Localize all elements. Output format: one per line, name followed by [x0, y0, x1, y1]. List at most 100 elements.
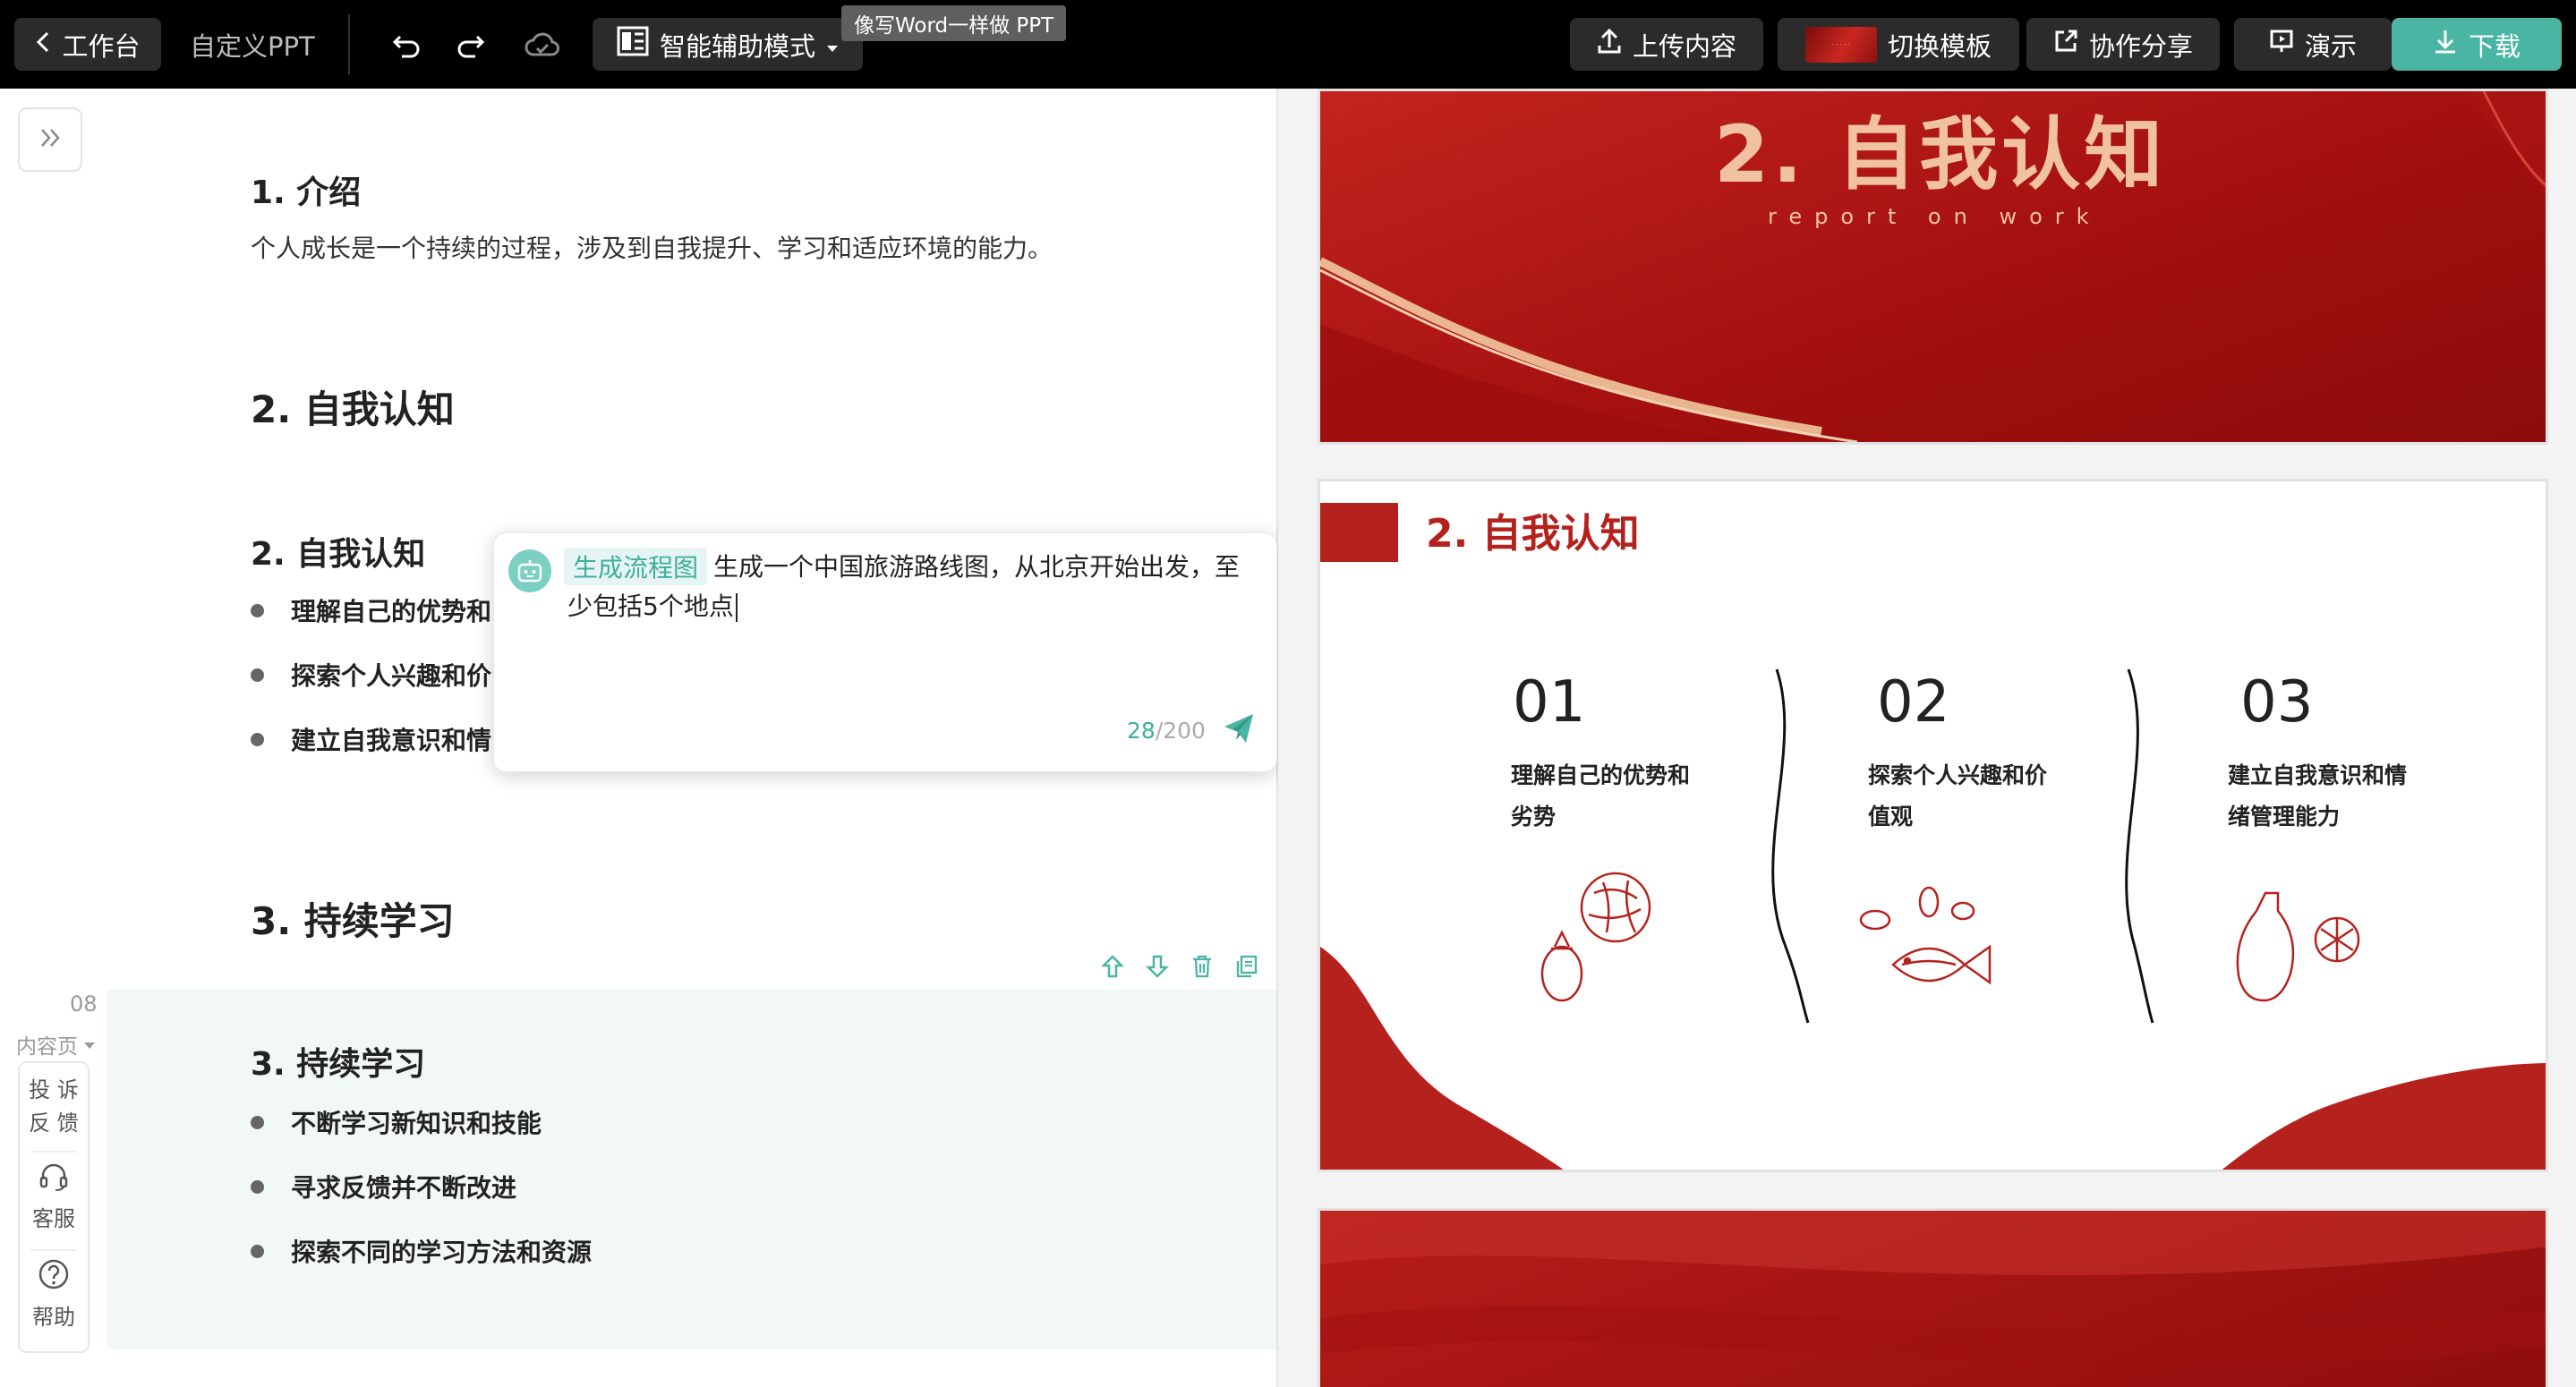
- step-text-line1: 建立自我意识和情: [2228, 762, 2408, 788]
- move-up-icon[interactable]: [1100, 954, 1125, 979]
- list-item-text: 探索个人兴趣和价: [291, 661, 492, 691]
- learning-subheading[interactable]: 3. 持续学习: [251, 1038, 425, 1085]
- upload-label: 上传内容: [1632, 30, 1736, 62]
- prompt-input-line2[interactable]: 少包括5个地点: [567, 589, 738, 625]
- share-label: 协作分享: [2088, 30, 2193, 62]
- download-button[interactable]: 下载: [2392, 18, 2562, 71]
- step-text-line2: 劣势: [1511, 804, 1557, 830]
- list-item[interactable]: 寻求反馈并不断改进: [251, 1169, 516, 1204]
- download-label: 下载: [2468, 30, 2521, 62]
- step-text: 理解自己的优势和 劣势: [1511, 755, 1690, 838]
- section-learning-heading[interactable]: 3. 持续学习: [251, 891, 455, 946]
- section-self-awareness-heading[interactable]: 2. 自我认知: [251, 379, 455, 434]
- tool-separator: [30, 1249, 77, 1251]
- download-icon: [2433, 28, 2458, 61]
- collaborate-share-button[interactable]: 协作分享: [2026, 18, 2220, 71]
- step-text-line1: 理解自己的优势和: [1511, 762, 1691, 788]
- assist-mode-dropdown[interactable]: 智能辅助模式: [593, 18, 863, 71]
- slide-thumbnail-next[interactable]: [1318, 1208, 2548, 1387]
- share-icon: [2053, 29, 2078, 60]
- prompt-input-line1[interactable]: 生成一个中国旅游路线图，从北京开始出发，至: [713, 549, 1240, 585]
- mode-tooltip: 像写Word一样做 PPT: [841, 5, 1067, 41]
- block-toolbar: [1100, 954, 1259, 979]
- step-text-line2: 绪管理能力: [2228, 804, 2341, 830]
- help-circle-icon: [38, 1258, 70, 1296]
- text-cursor: [735, 593, 738, 622]
- back-label: 工作台: [62, 30, 141, 62]
- bullet-dot: [251, 668, 264, 682]
- feedback-label-line1: 投 诉: [29, 1077, 79, 1102]
- undo-icon[interactable]: [385, 23, 428, 66]
- step-text-line2: 值观: [1868, 804, 1914, 830]
- expand-panel-button[interactable]: [18, 107, 82, 172]
- bullet-dot: [251, 1244, 264, 1258]
- page-type-dropdown[interactable]: 内容页: [16, 1029, 96, 1059]
- double-chevron-right-icon: [37, 124, 64, 155]
- list-item[interactable]: 探索个人兴趣和价: [251, 657, 491, 693]
- page-number: 08: [70, 991, 98, 1017]
- delete-icon[interactable]: [1190, 954, 1215, 979]
- help-button[interactable]: 帮助: [20, 1258, 88, 1331]
- step-number: 02: [1877, 669, 1950, 736]
- headset-icon: [38, 1162, 70, 1197]
- back-to-workspace-button[interactable]: 工作台: [14, 18, 161, 71]
- char-count-current: 28: [1127, 718, 1156, 744]
- customer-service-button[interactable]: 客服: [20, 1162, 88, 1232]
- slide-thumbnail-section-title[interactable]: 2. 自我认知 report on work: [1318, 89, 2548, 445]
- redo-icon[interactable]: [449, 23, 492, 66]
- step-text: 建立自我意识和情 绪管理能力: [2228, 755, 2407, 838]
- list-item[interactable]: 不断学习新知识和技能: [251, 1104, 542, 1140]
- switch-template-label: 切换模板: [1887, 30, 1992, 62]
- template-thumbnail: · · · · ·: [1804, 26, 1877, 63]
- service-label: 客服: [32, 1206, 75, 1231]
- generate-flowchart-tag[interactable]: 生成流程图: [564, 548, 708, 585]
- send-icon[interactable]: [1221, 711, 1257, 746]
- move-down-icon[interactable]: [1145, 954, 1170, 979]
- list-item-text: 寻求反馈并不断改进: [291, 1173, 517, 1203]
- cloud-sync-icon[interactable]: [521, 23, 564, 66]
- caret-down-icon: [83, 1033, 96, 1056]
- upload-content-button[interactable]: 上传内容: [1570, 18, 1763, 71]
- list-item-text: 理解自己的优势和: [291, 597, 492, 626]
- list-item[interactable]: 探索不同的学习方法和资源: [251, 1233, 592, 1269]
- present-label: 演示: [2304, 30, 2357, 62]
- present-button[interactable]: 演示: [2234, 18, 2392, 71]
- switch-template-button[interactable]: · · · · · 切换模板: [1778, 18, 2019, 71]
- toolbar-divider: [348, 14, 350, 75]
- present-icon: [2269, 29, 2294, 60]
- section-intro-text[interactable]: 个人成长是一个持续的过程，涉及到自我提升、学习和适应环境的能力。: [251, 229, 1053, 265]
- section-intro-heading[interactable]: 1. 介绍: [251, 166, 361, 213]
- page-type-label: 内容页: [16, 1035, 78, 1059]
- layout-icon: [617, 26, 649, 63]
- self-awareness-subheading[interactable]: 2. 自我认知: [251, 528, 425, 574]
- tool-separator: [30, 1151, 77, 1153]
- feedback-button[interactable]: 投 诉 反 馈: [20, 1072, 88, 1136]
- list-item[interactable]: 理解自己的优势和: [251, 592, 491, 628]
- prompt-input-text: 少包括5个地点: [567, 591, 734, 621]
- help-label: 帮助: [32, 1305, 75, 1330]
- slide-subtitle: report on work: [1768, 204, 2102, 229]
- upload-icon: [1597, 28, 1622, 61]
- ai-robot-icon: [508, 549, 551, 592]
- duplicate-icon[interactable]: [1234, 954, 1259, 979]
- character-counter: 28/200: [1127, 718, 1206, 744]
- slide-thumbnail-content[interactable]: 2. 自我认知 01 理解自己的优势和 劣势 02 探索个人兴趣和价 值观 03 建…: [1318, 479, 2548, 1172]
- bullet-dot: [251, 732, 264, 746]
- list-item-text: 建立自我意识和情: [291, 726, 492, 755]
- step-number: 01: [1513, 669, 1586, 736]
- top-toolbar: 工作台 自定义PPT 智能辅助模式 像写Word一样做 PPT 上传内容 · ·…: [0, 0, 2576, 89]
- slide-title: 2. 自我认知: [1714, 108, 2167, 200]
- list-item[interactable]: 建立自我意识和情: [251, 721, 491, 757]
- bullet-dot: [251, 1115, 264, 1129]
- step-text-line1: 探索个人兴趣和价: [1868, 762, 2048, 788]
- document-title[interactable]: 自定义PPT: [190, 18, 315, 71]
- char-count-max: /200: [1155, 718, 1206, 744]
- list-item-text: 不断学习新知识和技能: [291, 1109, 542, 1138]
- list-item-text: 探索不同的学习方法和资源: [291, 1238, 593, 1267]
- slide-wave-decoration: [1320, 1211, 2546, 1367]
- chevron-left-icon: [35, 30, 51, 60]
- feedback-label-line2: 反 馈: [29, 1110, 79, 1136]
- step-number: 03: [2240, 669, 2314, 736]
- caret-down-icon: [826, 30, 839, 60]
- step-text: 探索个人兴趣和价 值观: [1868, 755, 2047, 838]
